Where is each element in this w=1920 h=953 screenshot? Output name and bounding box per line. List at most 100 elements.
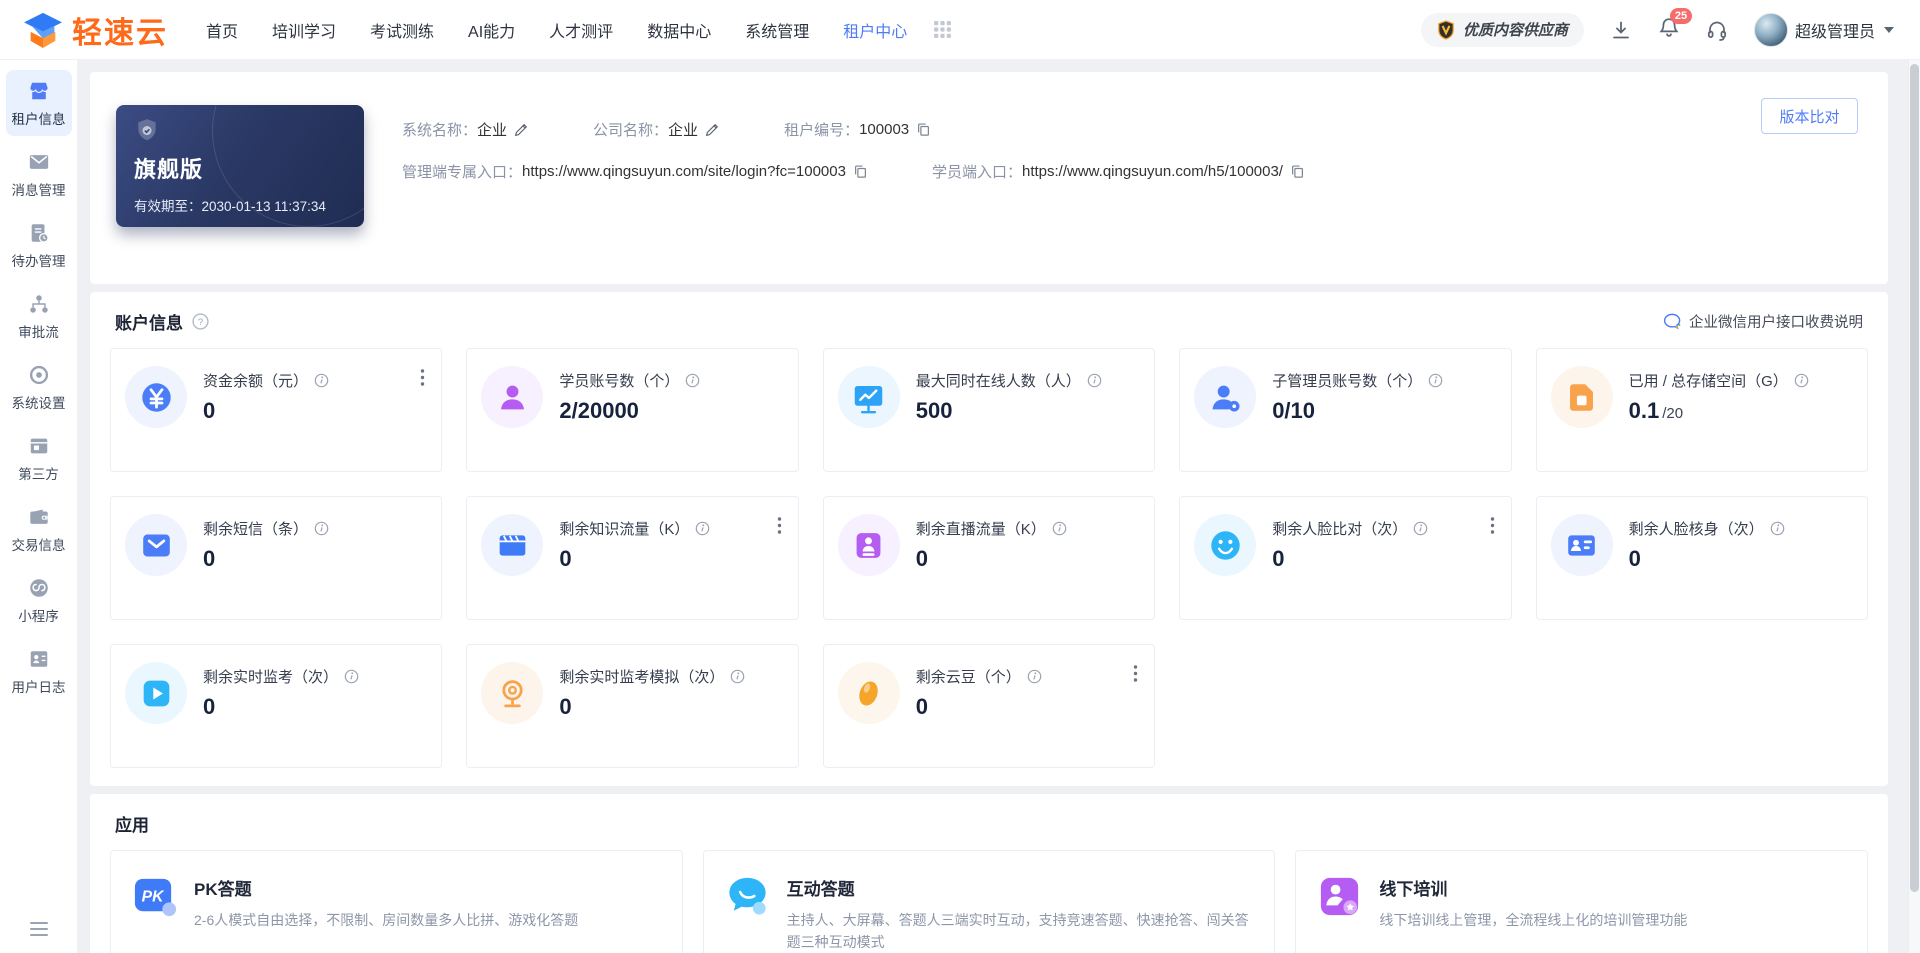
nav-item-ai[interactable]: AI能力 xyxy=(468,18,515,42)
support-headset-icon[interactable] xyxy=(1706,19,1728,41)
storefront-icon xyxy=(28,80,50,102)
nav-item-tenant-center[interactable]: 租户中心 xyxy=(843,18,907,42)
svg-text:?: ? xyxy=(198,317,203,328)
stat-title: 剩余实时监考模拟（次） xyxy=(559,669,725,686)
nav-item-training[interactable]: 培训学习 xyxy=(272,18,336,42)
kebab-menu-icon[interactable] xyxy=(420,369,425,386)
sidebar-item-user-log[interactable]: 用户日志 xyxy=(6,638,72,704)
account-section-title: 账户信息 xyxy=(115,314,183,333)
app-description: 主持人、大屏幕、答题人三端实时互动，支持竞速答题、快速抢答、闯关答题三种互动模式 xyxy=(786,912,1249,950)
info-icon[interactable] xyxy=(1087,373,1102,388)
stat-value: 0 xyxy=(203,398,216,423)
sidebar-item-tenant-info[interactable]: 租户信息 xyxy=(5,70,72,136)
kebab-menu-icon[interactable] xyxy=(1490,517,1495,534)
app-card-offline-training[interactable]: 线下培训 线下培训线上管理，全流程线上化的培训管理功能 xyxy=(1295,850,1868,953)
info-icon[interactable] xyxy=(1770,521,1785,536)
sidebar-item-todo[interactable]: 待办管理 xyxy=(6,212,72,278)
sidebar-item-mini-program[interactable]: 小程序 xyxy=(6,567,72,633)
stat-title: 子管理员账号数（个） xyxy=(1272,373,1423,390)
notifications-button[interactable]: 25 xyxy=(1658,8,1692,43)
sidebar-item-message[interactable]: 消息管理 xyxy=(6,141,72,207)
sidebar-collapse-icon[interactable] xyxy=(29,921,49,937)
info-icon[interactable] xyxy=(1027,669,1042,684)
navbar-right: 优质内容供应商 25 超级管理员 xyxy=(1420,8,1894,47)
info-icon[interactable] xyxy=(730,669,745,684)
stat-card: 已用 / 总存储空间（G） 0.1/20 xyxy=(1535,348,1868,472)
offline-training-icon xyxy=(1316,873,1363,920)
nav-item-data-center[interactable]: 数据中心 xyxy=(647,18,711,42)
wecom-fee-link[interactable]: 企业微信用户接口收费说明 xyxy=(1663,311,1863,332)
main-nav: 首页 培训学习 考试测练 AI能力 人才测评 数据中心 系统管理 租户中心 xyxy=(206,18,907,42)
edit-icon[interactable] xyxy=(705,122,720,137)
version-compare-button[interactable]: 版本比对 xyxy=(1761,98,1858,134)
nav-item-talent[interactable]: 人才测评 xyxy=(549,18,613,42)
quality-badge-label: 优质内容供应商 xyxy=(1462,22,1568,39)
scrollbar-thumb[interactable] xyxy=(1910,64,1919,892)
info-icon[interactable] xyxy=(1413,521,1428,536)
stat-value: 0 xyxy=(1272,546,1285,571)
stat-value: 0 xyxy=(915,694,929,719)
copy-icon[interactable] xyxy=(853,164,868,179)
nav-item-system[interactable]: 系统管理 xyxy=(745,18,809,42)
stat-title: 剩余直播流量（K） xyxy=(915,521,1046,538)
stat-title: 剩余知识流量（K） xyxy=(559,521,690,538)
doc-clock-icon xyxy=(28,222,50,244)
kebab-menu-icon[interactable] xyxy=(777,517,782,534)
stat-card: 最大同时在线人数（人） 500 xyxy=(822,348,1156,472)
sidebar-item-settings[interactable]: 系统设置 xyxy=(6,354,72,420)
info-icon[interactable] xyxy=(1052,521,1067,536)
kebab-menu-icon[interactable] xyxy=(1133,665,1138,682)
miniprogram-icon xyxy=(28,577,50,599)
nav-item-exam[interactable]: 考试测练 xyxy=(370,18,434,42)
apps-grid-icon[interactable] xyxy=(933,20,952,39)
sidebar-item-third-party[interactable]: 第三方 xyxy=(6,425,72,491)
edit-icon[interactable] xyxy=(514,122,529,137)
copy-icon[interactable] xyxy=(1290,164,1305,179)
app-card-pk[interactable]: PK PK答题 2-6人模式自由选择，不限制、房间数量多人比拼、游戏化答题 xyxy=(110,850,683,953)
sms-icon xyxy=(140,529,173,562)
board-icon xyxy=(852,381,885,414)
user-menu[interactable]: 超级管理员 xyxy=(1753,12,1894,47)
apps-section-title: 应用 xyxy=(115,816,149,835)
svg-text:PK: PK xyxy=(142,888,165,905)
help-icon[interactable]: ? xyxy=(192,313,209,330)
stat-title: 最大同时在线人数（人） xyxy=(915,373,1081,390)
quality-supplier-badge[interactable]: 优质内容供应商 xyxy=(1420,12,1584,47)
sidebar-item-transaction[interactable]: 交易信息 xyxy=(6,496,72,562)
stat-card: 子管理员账号数（个） 0/10 xyxy=(1179,348,1512,472)
stat-card: 剩余人脸比对（次） 0 xyxy=(1179,496,1512,620)
stat-value: 0 xyxy=(203,694,216,719)
stat-title: 剩余短信（条） xyxy=(203,521,309,538)
info-icon[interactable] xyxy=(314,373,329,388)
app-description: 线下培训线上管理，全流程线上化的培训管理功能 xyxy=(1379,912,1688,928)
info-icon[interactable] xyxy=(695,521,710,536)
app-card-interactive[interactable]: 互动答题 主持人、大屏幕、答题人三端实时互动，支持竞速答题、快速抢答、闯关答题三… xyxy=(702,850,1276,953)
info-icon[interactable] xyxy=(1428,373,1443,388)
yuan-icon xyxy=(140,381,173,414)
copy-icon[interactable] xyxy=(916,122,931,137)
stat-card: 剩余人脸核身（次） 0 xyxy=(1535,496,1868,620)
envelope-icon xyxy=(28,151,50,173)
plan-expiry: 有效期至：2030-01-13 11:37:34 xyxy=(134,199,326,214)
stat-card: 剩余实时监考（次） 0 xyxy=(110,644,443,768)
stat-title: 资金余额（元） xyxy=(203,373,309,390)
file-icon xyxy=(1565,381,1598,414)
stat-card: 剩余直播流量（K） 0 xyxy=(822,496,1156,620)
window-icon xyxy=(28,435,50,457)
face-icon xyxy=(1209,529,1242,562)
download-icon[interactable] xyxy=(1610,19,1632,41)
app-logo[interactable]: 轻速云 xyxy=(22,8,168,52)
plan-version-card: 旗舰版 有效期至：2030-01-13 11:37:34 xyxy=(116,105,364,227)
log-icon xyxy=(28,648,50,670)
stat-value: 0.1/20 xyxy=(1628,398,1684,423)
nav-item-home[interactable]: 首页 xyxy=(206,18,238,42)
wecom-chat-icon xyxy=(1663,313,1681,330)
page-scrollbar xyxy=(1908,60,1920,953)
info-icon[interactable] xyxy=(314,521,329,536)
info-icon[interactable] xyxy=(685,373,700,388)
info-icon[interactable] xyxy=(1794,373,1809,388)
sidebar-item-approval[interactable]: 审批流 xyxy=(6,283,72,349)
info-icon[interactable] xyxy=(344,669,359,684)
plan-name: 旗舰版 xyxy=(134,157,204,182)
left-sidebar: 租户信息 消息管理 待办管理 审批流 系统设置 第三方 交易信息 小程序 用户日… xyxy=(0,60,78,953)
